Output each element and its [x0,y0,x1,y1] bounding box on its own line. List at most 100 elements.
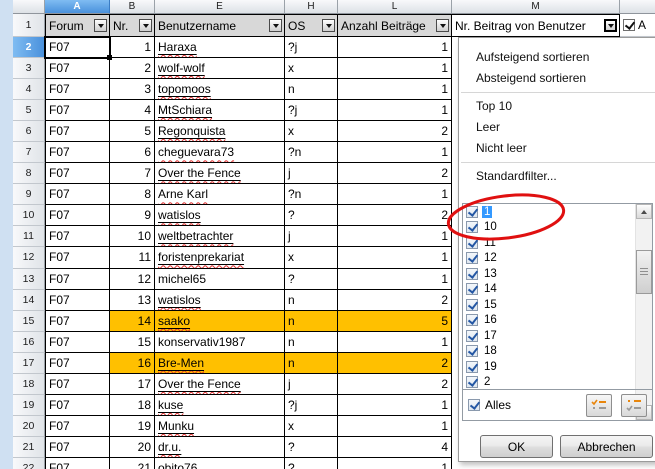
cell-nr[interactable]: 21 [110,458,155,469]
cell-nr[interactable]: 18 [110,395,155,416]
cell-forum[interactable]: F07 [45,458,110,469]
cell-anzahl-beitraege[interactable]: 2 [338,353,452,374]
username-link[interactable]: kuse [158,398,183,412]
filter-list-item-10[interactable]: 10 [463,220,652,236]
cell-benutzername[interactable]: Bre-Men [155,353,285,374]
cancel-button[interactable]: Abbrechen [560,435,653,458]
menu-item-sort-ascending[interactable]: Aufsteigend sortieren [459,47,655,68]
cell-os[interactable]: n [285,290,338,311]
filter-list-item-17[interactable]: 17 [463,328,652,344]
cell-anzahl-beitraege[interactable]: 1 [338,226,452,247]
filter-list-scrollbar[interactable] [635,204,652,420]
cell-forum[interactable]: F07 [45,142,110,163]
cell-os[interactable]: j [285,163,338,184]
cell-forum[interactable]: F07 [45,395,110,416]
cell-os[interactable]: n [285,332,338,353]
row-header-18[interactable]: 18 [13,374,45,395]
filter-list-item-19[interactable]: 19 [463,359,652,375]
cell-anzahl-beitraege[interactable]: 1 [338,458,452,469]
filter-list-item-14[interactable]: 14 [463,282,652,298]
cell-forum[interactable]: F07 [45,247,110,268]
cell-os[interactable]: n [285,79,338,100]
cell-benutzername[interactable]: Haraxa [155,37,285,58]
cell-os[interactable]: j [285,374,338,395]
cell-benutzername[interactable]: michel65 [155,269,285,290]
cell-anzahl-beitraege[interactable]: 1 [338,269,452,290]
cell-nr[interactable]: 5 [110,121,155,142]
row-header-10[interactable]: 10 [13,205,45,226]
filter-list-item-18[interactable]: 18 [463,344,652,360]
filter-button-nr[interactable] [139,19,152,32]
menu-item-empty[interactable]: Leer [459,117,655,138]
row-header-4[interactable]: 4 [13,79,45,100]
cell-benutzername[interactable]: Arne Karl [155,184,285,205]
cell-os[interactable]: ?n [285,142,338,163]
username-link[interactable]: Regonquista [158,124,225,138]
cell-nr[interactable]: 16 [110,353,155,374]
row-header-3[interactable]: 3 [13,58,45,79]
cell-anzahl-beitraege[interactable]: 1 [338,332,452,353]
row-header-15[interactable]: 15 [13,311,45,332]
cell-anzahl-beitraege[interactable]: 2 [338,205,452,226]
header-cell-os[interactable]: OS [285,14,338,37]
username-link[interactable]: weltbetrachter [158,229,233,243]
header-cell-anzahl-beitraege[interactable]: Anzahl Beiträge [338,14,452,37]
cell-forum[interactable]: F07 [45,58,110,79]
cell-forum[interactable]: F07 [45,205,110,226]
username-link[interactable]: Haraxa [158,40,197,54]
cell-benutzername[interactable]: obito76 [155,458,285,469]
cell-forum[interactable]: F07 [45,163,110,184]
filter-list-item-16[interactable]: 16 [463,313,652,329]
cell-os[interactable]: ? [285,458,338,469]
filter-list-item-11[interactable]: 11 [463,235,652,251]
row-header-8[interactable]: 8 [13,163,45,184]
menu-item-standard-filter[interactable]: Standardfilter... [459,166,655,187]
filter-item-checkbox[interactable] [466,252,478,264]
username-link[interactable]: Over the Fence [158,377,241,391]
row-header-22[interactable]: 22 [13,458,45,469]
filter-item-checkbox[interactable] [466,268,478,280]
row-header-20[interactable]: 20 [13,416,45,437]
cell-nr[interactable]: 2 [110,58,155,79]
column-header-M[interactable]: M [452,0,620,14]
cell-os[interactable]: n [285,311,338,332]
cell-anzahl-beitraege[interactable]: 2 [338,290,452,311]
row-header-2[interactable]: 2 [13,37,45,58]
cell-anzahl-beitraege[interactable]: 1 [338,79,452,100]
cell-benutzername[interactable]: foristenprekariat [155,247,285,268]
filter-item-checkbox[interactable] [466,330,478,342]
cell-anzahl-beitraege[interactable]: 5 [338,311,452,332]
filter-item-checkbox[interactable] [466,283,478,295]
menu-item-not-empty[interactable]: Nicht leer [459,138,655,159]
cell-nr[interactable]: 1 [110,37,155,58]
cell-benutzername[interactable]: watislos [155,205,285,226]
header-cell-nr-beitrag-von-benutzer[interactable]: Nr. Beitrag von Benutzer [452,14,620,37]
filter-button-nr-beitrag-von-benutzer[interactable] [604,19,617,32]
filter-item-checkbox[interactable] [466,206,478,218]
cell-benutzername[interactable]: watislos [155,290,285,311]
row-header-12[interactable]: 12 [13,247,45,268]
cell-os[interactable]: x [285,58,338,79]
username-link[interactable]: obito76 [158,461,197,469]
row-header-13[interactable]: 13 [13,269,45,290]
filter-item-checkbox[interactable] [466,237,478,249]
cell-nr[interactable]: 10 [110,226,155,247]
filter-button-forum[interactable] [94,19,107,32]
cell-forum[interactable]: F07 [45,437,110,458]
cell-os[interactable]: j [285,226,338,247]
filter-list-item-15[interactable]: 15 [463,297,652,313]
cell-forum[interactable]: F07 [45,353,110,374]
filter-item-checkbox[interactable] [466,361,478,373]
row-header-6[interactable]: 6 [13,121,45,142]
cell-anzahl-beitraege[interactable]: 1 [338,100,452,121]
cell-nr[interactable]: 8 [110,184,155,205]
cell-anzahl-beitraege[interactable]: 1 [338,37,452,58]
cell-anzahl-beitraege[interactable]: 4 [338,437,452,458]
cell-benutzername[interactable]: cheguevara73 [155,142,285,163]
cell-nr[interactable]: 3 [110,79,155,100]
filter-item-checkbox[interactable] [466,299,478,311]
cell-os[interactable]: ? [285,437,338,458]
cell-forum[interactable]: F07 [45,290,110,311]
header-cell-nr[interactable]: Nr. [110,14,155,37]
filter-item-checkbox[interactable] [466,314,478,326]
